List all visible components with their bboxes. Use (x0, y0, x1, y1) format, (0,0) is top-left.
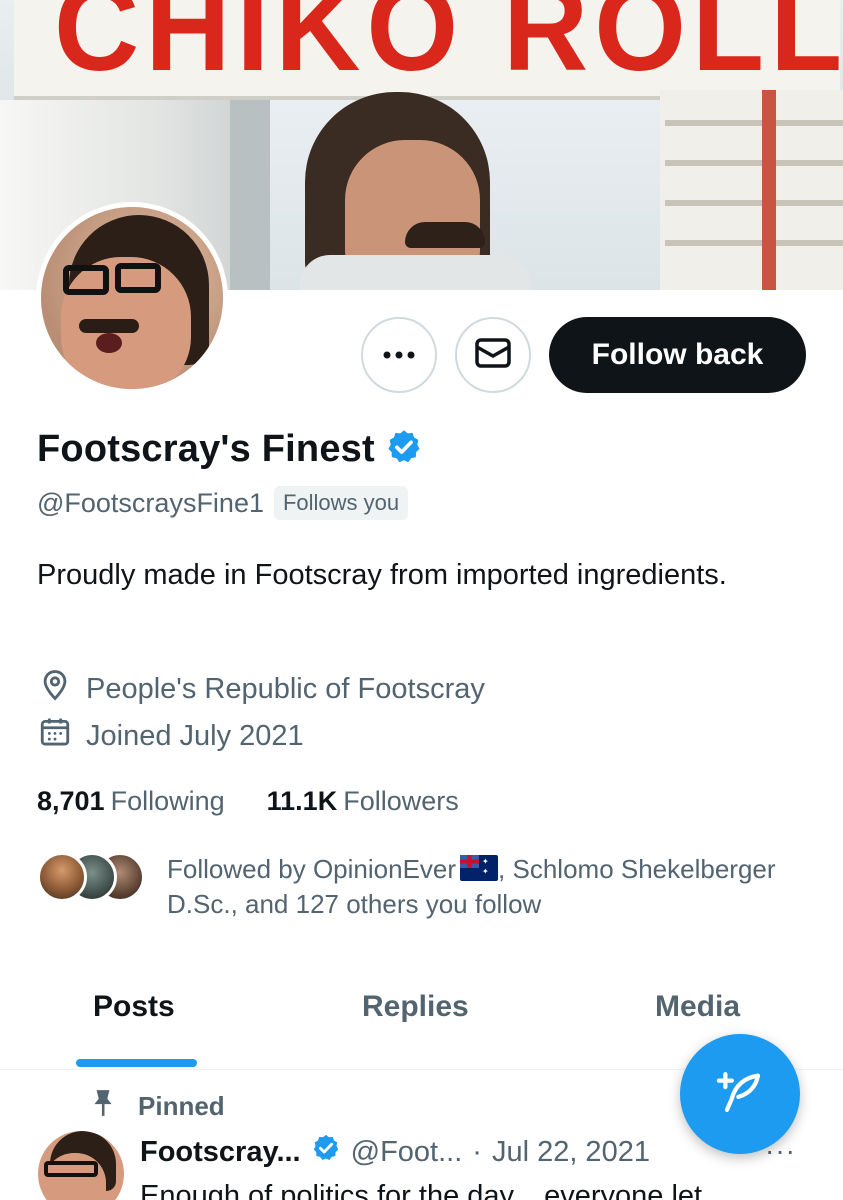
followers-link[interactable]: 11.1K Followers (267, 786, 459, 817)
followed-by-row[interactable]: Followed by OpinionEver, Schlomo Shekelb… (37, 850, 787, 922)
tweet-author-name[interactable]: Footscray... (140, 1136, 301, 1169)
verified-badge-icon (311, 1133, 341, 1171)
calendar-icon (38, 715, 72, 757)
tweet-separator: · (472, 1135, 482, 1168)
more-options-button[interactable] (361, 317, 437, 393)
tweet-header: Footscray... @Foot... · Jul 22, 2021 (140, 1133, 650, 1171)
australia-flag-icon (460, 855, 499, 881)
feather-plus-icon (714, 1066, 766, 1123)
active-tab-indicator (76, 1059, 197, 1067)
profile-joined: Joined July 2021 (38, 715, 304, 757)
display-name: Footscray's Finest (37, 428, 375, 470)
tweet-author-handle: @Foot... (350, 1135, 463, 1168)
profile-name-row: Footscray's Finest (37, 428, 423, 471)
profile-avatar[interactable] (36, 202, 228, 394)
followed-by-prefix: Followed by OpinionEver (167, 854, 457, 884)
location-text: People's Republic of Footscray (86, 672, 485, 705)
pinned-label-row: Pinned (90, 1088, 225, 1125)
follow-back-button[interactable]: Follow back (549, 317, 806, 393)
followed-by-text: Followed by OpinionEver, Schlomo Shekelb… (167, 852, 787, 922)
avatar (37, 852, 87, 902)
envelope-icon (475, 337, 511, 373)
followers-count: 11.1K (266, 786, 338, 816)
banner-sign: CHIKO ROLLS (14, 0, 840, 100)
tab-replies[interactable]: Replies (362, 990, 469, 1024)
tweet-date[interactable]: Jul 22, 2021 (492, 1136, 650, 1169)
follows-you-badge: Follows you (273, 486, 409, 520)
following-count: 8,701 (37, 786, 105, 816)
pinned-label: Pinned (138, 1091, 225, 1121)
joined-text: Joined July 2021 (86, 719, 304, 752)
tab-posts[interactable]: Posts (93, 990, 175, 1024)
follow-stats: 8,701 Following 11.1K Followers (37, 786, 459, 817)
profile-location: People's Republic of Footscray (38, 668, 485, 710)
pin-icon (90, 1088, 116, 1125)
profile-handle: @FootscraysFine1 (37, 487, 264, 518)
banner-sign-text: CHIKO ROLLS (54, 0, 840, 98)
followers-label: Followers (343, 786, 459, 816)
location-pin-icon (38, 668, 72, 710)
following-label: Following (110, 786, 225, 816)
compose-post-button[interactable] (680, 1034, 800, 1154)
verified-badge-icon (385, 428, 423, 471)
handle-row: @FootscraysFine1 Follows you (37, 486, 409, 520)
tweet-text: Enough of politics for the day... everyo… (140, 1180, 703, 1200)
message-button[interactable] (455, 317, 531, 393)
more-dots-icon (383, 346, 415, 364)
following-link[interactable]: 8,701 Following (37, 786, 225, 817)
tweet-author-avatar[interactable] (38, 1131, 124, 1200)
profile-bio: Proudly made in Footscray from imported … (37, 559, 727, 591)
tab-media[interactable]: Media (655, 990, 740, 1024)
follower-avatars (37, 850, 147, 902)
